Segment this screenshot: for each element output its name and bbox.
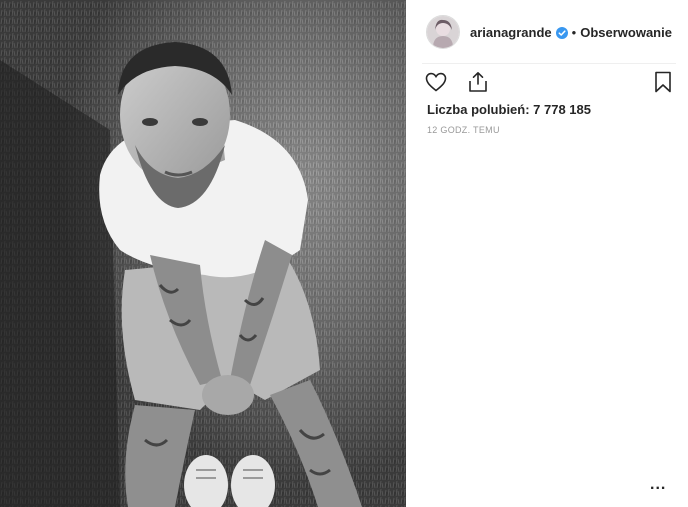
bookmark-icon[interactable] (652, 70, 674, 99)
avatar[interactable] (426, 15, 460, 49)
avatar-image (427, 16, 459, 48)
post-header: arianagrande • Obserwowanie (426, 12, 676, 52)
post-photo-image (0, 0, 406, 507)
username-link[interactable]: arianagrande (470, 25, 552, 40)
post-timestamp[interactable]: 12 GODZ. TEMU (427, 125, 500, 135)
following-button[interactable]: Obserwowanie (580, 25, 672, 40)
header-separator: • (571, 24, 577, 40)
more-options-button[interactable]: ... (650, 476, 672, 493)
instagram-post: arianagrande • Obserwowanie Liczba polub… (0, 0, 688, 507)
post-photo[interactable] (0, 0, 406, 507)
heart-icon[interactable] (424, 70, 448, 99)
post-actions (424, 70, 676, 98)
post-sidebar: arianagrande • Obserwowanie Liczba polub… (406, 0, 688, 507)
header-divider (422, 63, 676, 64)
verified-badge-icon (555, 26, 568, 39)
likes-count[interactable]: Liczba polubień: 7 778 185 (427, 102, 591, 117)
share-icon[interactable] (466, 70, 490, 99)
